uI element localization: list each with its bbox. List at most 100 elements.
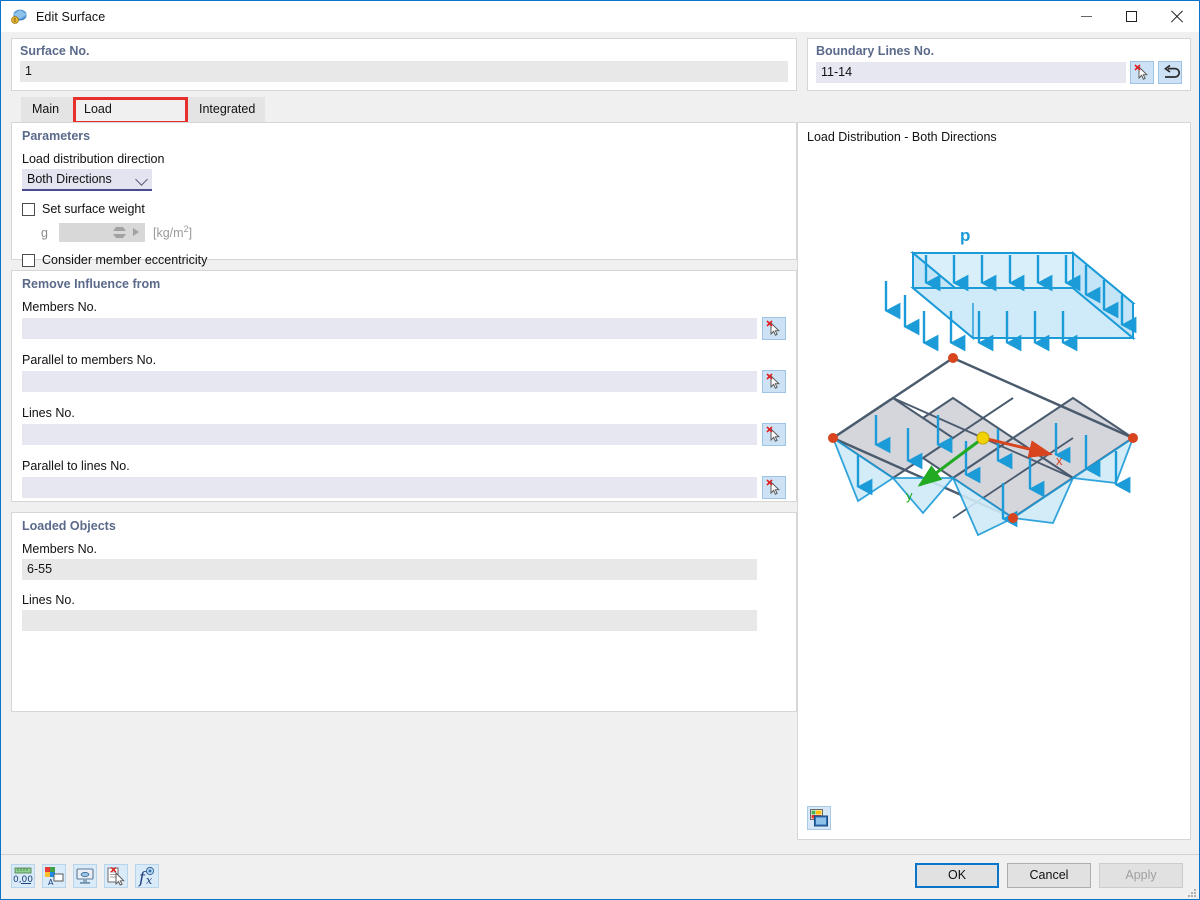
view-settings-icon-button[interactable] (73, 864, 97, 888)
dialog-body: Surface No. Boundary Lines No. (1, 32, 1199, 854)
boundary-lines-input[interactable] (816, 62, 1126, 83)
tab-main[interactable]: Main (21, 97, 73, 122)
boundary-lines-row (816, 61, 1182, 84)
surface-no-input[interactable] (20, 61, 788, 82)
footer-buttons: OK Cancel Apply (915, 863, 1183, 888)
resize-grip[interactable] (1186, 887, 1196, 897)
consider-member-eccentricity-label: Consider member eccentricity (42, 253, 207, 267)
set-surface-weight-checkbox[interactable]: Set surface weight (22, 202, 786, 216)
stepper-down-icon[interactable] (113, 234, 126, 238)
reset-selection-icon (105, 865, 127, 887)
loaded-members-row (22, 559, 757, 580)
picture-icon (808, 807, 830, 829)
preview-pane: Load Distribution - Both Directions (797, 122, 1191, 840)
remove-lines-label: Lines No. (22, 406, 786, 420)
remove-parallel-lines-label: Parallel to lines No. (22, 459, 786, 473)
mesh-node (1128, 433, 1138, 443)
remove-parallel-lines-input[interactable] (22, 477, 757, 498)
remove-lines-pick-button[interactable] (762, 423, 786, 446)
axis-x-label: x (1056, 453, 1063, 468)
axis-y-label: y (906, 488, 913, 503)
stepper-up-icon[interactable] (113, 227, 126, 231)
apply-button: Apply (1099, 863, 1183, 888)
footer-toolbar: 0,00 A (11, 864, 159, 888)
surface-no-label: Surface No. (20, 44, 788, 58)
remove-members-pick-button[interactable] (762, 317, 786, 340)
pick-deselect-icon (763, 318, 785, 339)
window-title: Edit Surface (36, 10, 105, 24)
remove-members-row (22, 317, 786, 340)
remove-parallel-members-pick-button[interactable] (762, 370, 786, 393)
remove-lines-row (22, 423, 786, 446)
maximize-button[interactable] (1109, 1, 1154, 32)
title-bar: 6 Edit Surface (1, 1, 1199, 32)
surface-icon: 6 (10, 8, 28, 26)
load-direction-value: Both Directions (27, 172, 112, 186)
remove-lines-input[interactable] (22, 424, 757, 445)
boundary-reverse-button[interactable] (1158, 61, 1182, 84)
boundary-pick-button[interactable] (1130, 61, 1154, 84)
preview-title: Load Distribution - Both Directions (798, 123, 1190, 144)
mesh-node (1008, 513, 1018, 523)
preview-image-button[interactable] (807, 806, 831, 830)
load-distribution-diagram: p (798, 183, 1190, 723)
checkbox-box (22, 254, 35, 267)
surface-no-group: Surface No. (11, 38, 797, 91)
formula-icon-button[interactable]: f x (135, 864, 159, 888)
cancel-button[interactable]: Cancel (1007, 863, 1091, 888)
set-surface-weight-label: Set surface weight (42, 202, 145, 216)
checkbox-box (22, 203, 35, 216)
ok-button[interactable]: OK (915, 863, 999, 888)
reset-selection-icon-button[interactable] (104, 864, 128, 888)
minimize-icon (1081, 16, 1092, 17)
svg-text:A: A (48, 878, 54, 887)
remove-influence-title: Remove Influence from (22, 277, 786, 291)
load-direction-label: Load distribution direction (22, 152, 786, 166)
reverse-arrow-icon (1159, 62, 1181, 83)
parameters-section: Parameters Load distribution direction B… (11, 122, 797, 260)
number-format-icon: 0,00 (12, 865, 34, 887)
view-settings-icon (74, 865, 96, 887)
edit-surface-window: 6 Edit Surface Surface No. Boundary Line… (0, 0, 1200, 900)
remove-parallel-lines-pick-button[interactable] (762, 476, 786, 499)
stepper-next-icon[interactable] (133, 228, 139, 236)
surface-weight-unit: [kg/m2] (153, 224, 192, 240)
pick-deselect-icon (763, 477, 785, 498)
chevron-down-icon (135, 173, 148, 186)
tab-load-distribution[interactable]: Load Distribution (73, 97, 188, 122)
maximize-icon (1126, 11, 1137, 22)
loaded-members-input[interactable] (22, 559, 757, 580)
remove-influence-section: Remove Influence from Members No. Parall… (11, 270, 797, 502)
loaded-objects-section: Loaded Objects Members No. Lines No. (11, 512, 797, 712)
loaded-lines-label: Lines No. (22, 593, 786, 607)
origin-node (977, 432, 989, 444)
load-distribution-illustration: p (798, 183, 1188, 723)
minimize-button[interactable] (1064, 1, 1109, 32)
load-direction-select[interactable]: Both Directions (22, 169, 152, 191)
load-symbol-label: p (960, 226, 970, 245)
remove-members-input[interactable] (22, 318, 757, 339)
surface-weight-stepper[interactable] (59, 223, 145, 242)
svg-text:6: 6 (13, 18, 16, 24)
mesh-node (948, 353, 958, 363)
loaded-members-label: Members No. (22, 542, 786, 556)
display-properties-icon: A (43, 865, 65, 887)
close-button[interactable] (1154, 1, 1199, 32)
pick-deselect-icon (763, 371, 785, 392)
parameters-title: Parameters (22, 129, 786, 143)
loaded-objects-title: Loaded Objects (22, 519, 786, 533)
left-pane: Parameters Load distribution direction B… (11, 122, 797, 840)
consider-member-eccentricity-checkbox[interactable]: Consider member eccentricity (22, 253, 786, 267)
mesh-node (828, 433, 838, 443)
boundary-lines-group: Boundary Lines No. (807, 38, 1191, 91)
loaded-lines-input[interactable] (22, 610, 757, 631)
close-icon (1170, 10, 1183, 23)
number-format-icon-button[interactable]: 0,00 (11, 864, 35, 888)
remove-parallel-members-input[interactable] (22, 371, 757, 392)
pick-deselect-icon (1131, 62, 1153, 83)
display-properties-icon-button[interactable]: A (42, 864, 66, 888)
tab-integrated[interactable]: Integrated (188, 97, 265, 122)
dialog-footer: 0,00 A (1, 854, 1199, 899)
tab-strip: Main Load Distribution Integrated (11, 97, 1191, 122)
window-controls (1064, 1, 1199, 32)
